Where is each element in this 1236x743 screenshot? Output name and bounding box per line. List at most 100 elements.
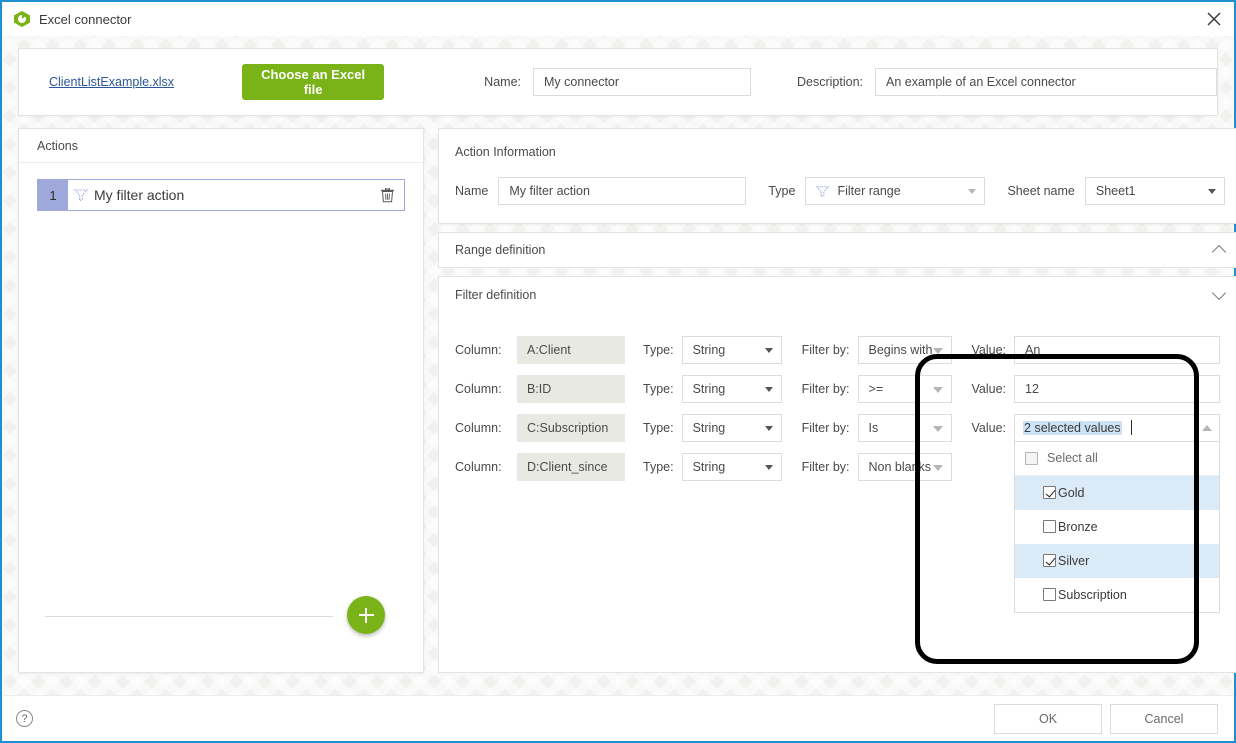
filter-definition-section: Filter definition Column: A:Client Type:… [438, 276, 1236, 673]
column-value-2: C:Subscription [517, 413, 625, 442]
action-type-value: Filter range [837, 184, 901, 198]
type-select-3[interactable]: String [681, 452, 782, 481]
type-select-1[interactable]: String [681, 374, 782, 403]
close-glyph [1207, 12, 1220, 25]
filter-icon [816, 185, 830, 198]
multiselect-option[interactable]: Gold [1015, 475, 1220, 510]
type-select-2[interactable]: String [681, 413, 782, 442]
filter-by-label: Filter by: [801, 381, 850, 396]
column-label: Column: [455, 342, 502, 357]
chevron-up-icon[interactable] [1202, 424, 1213, 431]
filter-by-label: Filter by: [801, 459, 850, 474]
actions-list: 1 My filter action [19, 163, 423, 672]
type-value-1: String [692, 381, 726, 396]
actions-panel-title: Actions [19, 129, 423, 163]
connector-description-label: Description: [797, 75, 863, 89]
action-type-select[interactable]: Filter range [805, 177, 986, 205]
add-action-button[interactable] [347, 596, 385, 634]
type-select-0[interactable]: String [681, 335, 782, 364]
connector-header-card: ClientListExample.xlsx Choose an Excel f… [18, 48, 1218, 116]
ok-button[interactable]: OK [994, 703, 1102, 734]
option-label: Silver [1058, 553, 1090, 568]
filter-by-select-0[interactable]: Begins with [857, 335, 952, 364]
type-label: Type: [643, 459, 674, 474]
value-label: Value: [971, 342, 1007, 357]
checkbox-subscription[interactable] [1043, 588, 1057, 601]
chevron-up-icon [1213, 246, 1227, 255]
range-definition-section[interactable]: Range definition [438, 232, 1236, 268]
filter-by-value-0: Begins with [868, 342, 933, 357]
add-action-zone [37, 596, 405, 636]
filter-row: Column: C:Subscription Type: String Filt… [439, 408, 1236, 613]
action-name-text: My filter action [94, 187, 185, 203]
main-split: Actions 1 My filter action Action Inform… [18, 128, 1236, 673]
multiselect-input[interactable]: 2 selected values [1014, 413, 1221, 442]
option-label: Bronze [1058, 519, 1098, 534]
connector-description-input[interactable] [875, 68, 1217, 96]
value-label: Value: [971, 381, 1007, 396]
checkbox-select-all[interactable] [1025, 451, 1039, 465]
checkbox-silver[interactable] [1043, 554, 1057, 567]
multiselect-option[interactable]: Silver [1015, 543, 1220, 578]
multiselect-select-all[interactable]: Select all [1015, 442, 1220, 476]
chevron-down-icon [764, 386, 773, 392]
action-list-item[interactable]: 1 My filter action [37, 179, 405, 211]
add-divider [45, 616, 333, 617]
filter-by-label: Filter by: [801, 420, 850, 435]
chevron-down-icon [764, 425, 773, 431]
option-label: Gold [1058, 485, 1085, 500]
value-input-1[interactable] [1014, 374, 1221, 403]
connector-name-group: Name: [484, 68, 751, 96]
type-value-2: String [692, 420, 726, 435]
excel-connector-icon [14, 11, 30, 27]
filter-by-select-1[interactable]: >= [857, 374, 952, 403]
chevron-down-icon [932, 386, 943, 393]
excel-connector-dialog: Excel connector ClientListExample.xlsx C… [0, 0, 1236, 743]
action-information-card: Action Information Name Type Filter rang… [438, 128, 1236, 224]
trash-icon[interactable] [370, 180, 404, 210]
column-value-3: D:Client_since [517, 452, 625, 481]
title-bar: Excel connector [2, 2, 1234, 36]
action-information-row: Name Type Filter range [455, 177, 1225, 205]
selected-file-link[interactable]: ClientListExample.xlsx [49, 75, 174, 89]
multiselect-option[interactable]: Bronze [1015, 510, 1219, 544]
connector-name-input[interactable] [533, 68, 751, 96]
column-label: Column: [455, 420, 502, 435]
dialog-body: ClientListExample.xlsx Choose an Excel f… [2, 36, 1236, 695]
action-information-title: Action Information [455, 145, 556, 159]
chevron-down-icon [1207, 189, 1216, 194]
chevron-down-icon [932, 347, 943, 354]
column-value-1: B:ID [517, 374, 625, 403]
filter-by-label: Filter by: [801, 342, 850, 357]
filter-by-select-3[interactable]: Non blanks [857, 452, 952, 481]
filter-by-select-2[interactable]: Is [857, 413, 952, 442]
value-input-0[interactable] [1014, 335, 1221, 364]
multiselect-token: 2 selected values [1023, 420, 1122, 435]
cancel-button[interactable]: Cancel [1110, 703, 1218, 734]
checkbox-bronze[interactable] [1043, 520, 1057, 533]
type-value-3: String [692, 459, 726, 474]
text-cursor [1130, 420, 1132, 435]
filter-definition-header[interactable]: Filter definition [438, 276, 1236, 312]
dialog-footer: ? OK Cancel [2, 695, 1234, 741]
actions-panel: Actions 1 My filter action [18, 128, 424, 673]
choose-excel-file-button[interactable]: Choose an Excel file [242, 64, 385, 100]
multiselect-dropdown-list: Select all Gold Bronze Silver Subscripti… [1014, 441, 1221, 613]
sheet-name-select[interactable]: Sheet1 [1084, 177, 1225, 205]
option-label: Subscription [1058, 587, 1127, 602]
connector-description-group: Description: [797, 68, 1217, 96]
action-name-input[interactable] [498, 177, 747, 205]
help-icon[interactable]: ? [16, 710, 33, 727]
column-label: Column: [455, 381, 502, 396]
sheet-name-value: Sheet1 [1095, 184, 1136, 198]
multiselect-option[interactable]: Subscription [1015, 578, 1219, 612]
chevron-down-icon [764, 464, 773, 470]
range-definition-title: Range definition [455, 243, 546, 257]
action-type-label: Type [768, 184, 796, 198]
action-index-badge: 1 [38, 180, 68, 210]
checkbox-gold[interactable] [1043, 486, 1057, 499]
column-value-0: A:Client [517, 335, 625, 364]
close-icon[interactable] [1193, 2, 1234, 35]
value-multiselect: 2 selected values Select all Gold Bronze… [1014, 413, 1221, 613]
type-label: Type: [643, 342, 674, 357]
